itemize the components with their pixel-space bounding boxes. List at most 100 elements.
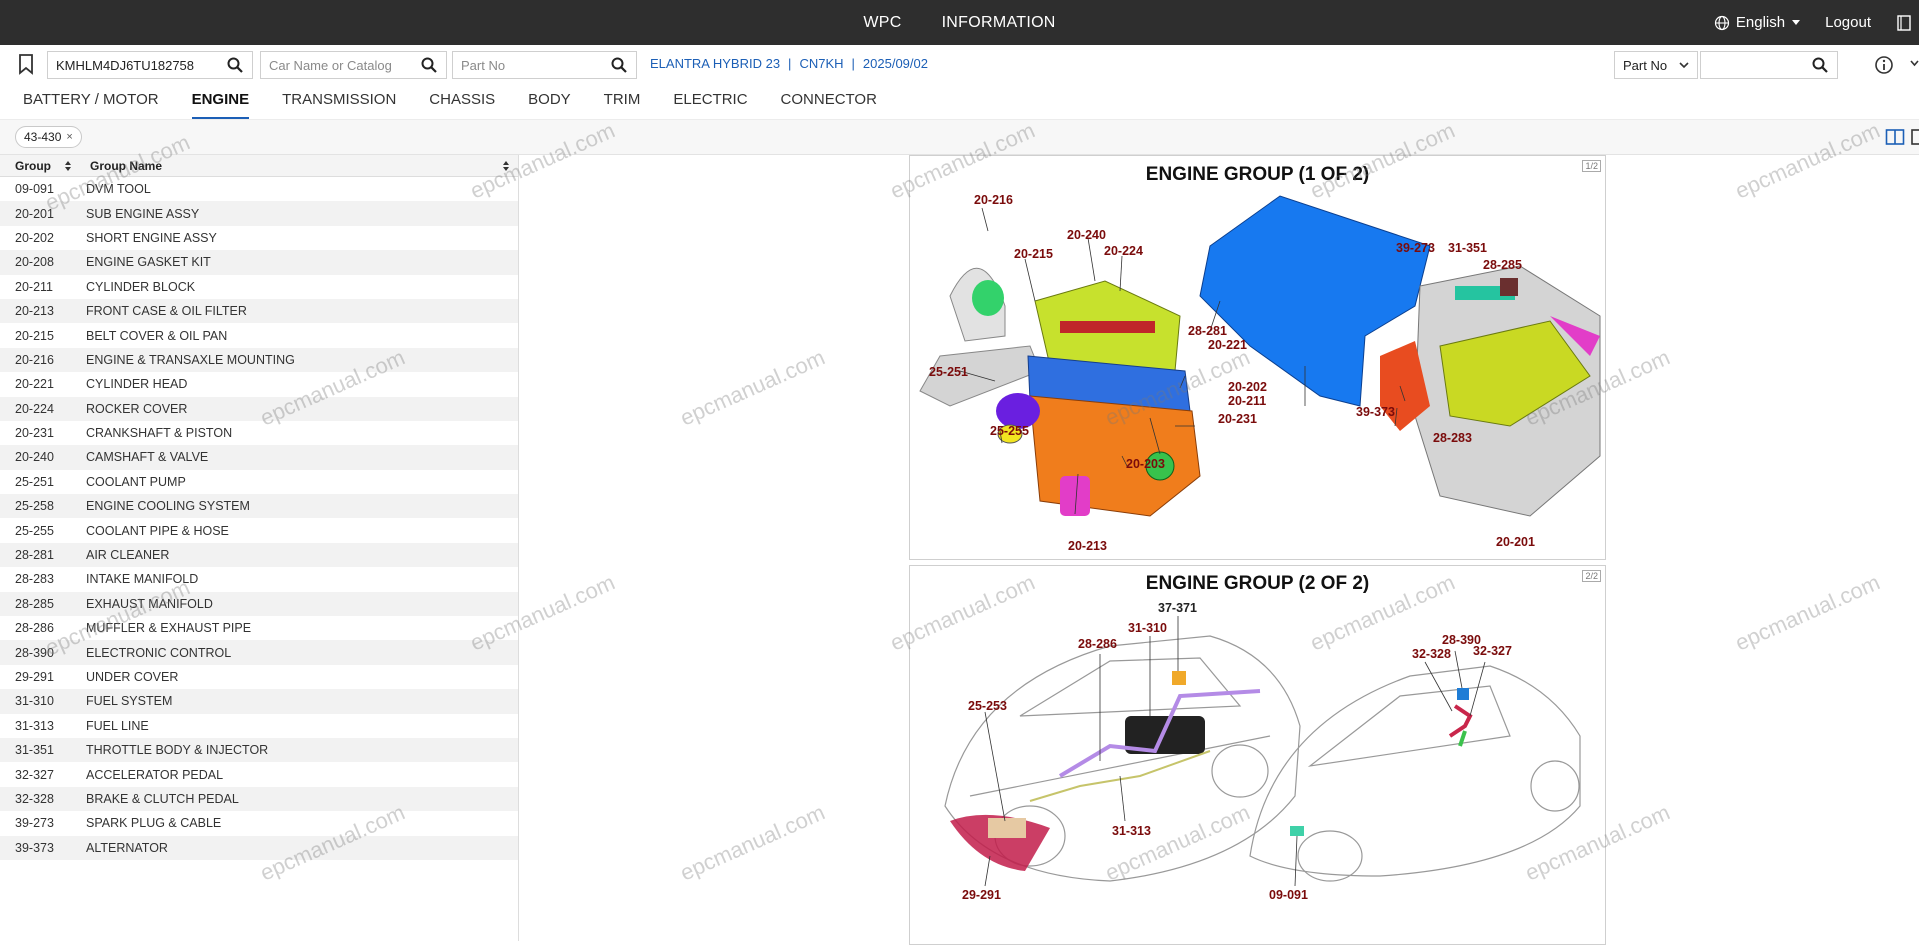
engine-group-figure-1[interactable]: ENGINE GROUP (1 OF 2) 1/2 20-216 20-240 …: [909, 155, 1606, 560]
table-row[interactable]: 31-313 FUEL LINE: [0, 714, 518, 738]
callout-31-351[interactable]: 31-351: [1448, 241, 1487, 255]
table-row[interactable]: 20-201 SUB ENGINE ASSY: [0, 201, 518, 226]
vehicle-date[interactable]: 2025/09/02: [863, 56, 928, 71]
tab-transmission[interactable]: TRANSMISSION: [282, 85, 396, 119]
callout-28-285[interactable]: 28-285: [1483, 258, 1522, 272]
callout-32-328[interactable]: 32-328: [1412, 647, 1451, 661]
callout-20-240[interactable]: 20-240: [1067, 228, 1106, 242]
table-row[interactable]: 20-213 FRONT CASE & OIL FILTER: [0, 298, 518, 324]
col-group-header[interactable]: Group: [15, 159, 51, 173]
nav-information[interactable]: INFORMATION: [942, 14, 1056, 32]
callout-31-310[interactable]: 31-310: [1128, 621, 1167, 635]
callout-31-313[interactable]: 31-313: [1112, 824, 1151, 838]
table-row[interactable]: 39-373 ALTERNATOR: [0, 835, 518, 860]
image-view-icon[interactable]: [1911, 128, 1919, 146]
table-row[interactable]: 28-390 ELECTRONIC CONTROL: [0, 640, 518, 665]
vin-input[interactable]: [56, 57, 226, 73]
table-row[interactable]: 20-216 ENGINE & TRANSAXLE MOUNTING: [0, 347, 518, 373]
callout-20-231[interactable]: 20-231: [1218, 412, 1257, 426]
filter-chip[interactable]: 43-430 ×: [15, 126, 82, 148]
table-row[interactable]: 20-208 ENGINE GASKET KIT: [0, 250, 518, 275]
table-header: Group Group Name: [0, 155, 518, 177]
search-icon[interactable]: [610, 56, 628, 74]
close-icon[interactable]: ×: [66, 131, 72, 143]
language-label: English: [1735, 14, 1786, 31]
callout-25-255[interactable]: 25-255: [990, 424, 1029, 438]
table-row[interactable]: 28-286 MUFFLER & EXHAUST PIPE: [0, 616, 518, 640]
chevron-down-icon[interactable]: [1910, 59, 1919, 68]
callout-25-253[interactable]: 25-253: [968, 699, 1007, 713]
callout-09-091[interactable]: 09-091: [1269, 888, 1308, 902]
table-row[interactable]: 20-211 CYLINDER BLOCK: [0, 275, 518, 299]
table-row[interactable]: 20-224 ROCKER COVER: [0, 396, 518, 421]
info-icon[interactable]: [1874, 55, 1894, 75]
sort-icon[interactable]: [64, 160, 72, 172]
search-icon[interactable]: [226, 56, 244, 74]
table-row[interactable]: 20-231 CRANKSHAFT & PISTON: [0, 421, 518, 445]
callout-20-211[interactable]: 20-211: [1228, 394, 1266, 408]
part-no-field[interactable]: [452, 51, 637, 79]
callout-20-215[interactable]: 20-215: [1014, 247, 1053, 261]
callout-25-251[interactable]: 25-251: [929, 365, 968, 379]
car-name-field[interactable]: [260, 51, 447, 79]
search-icon[interactable]: [1811, 56, 1829, 74]
search-icon[interactable]: [420, 56, 438, 74]
callout-28-286[interactable]: 28-286: [1078, 637, 1117, 651]
language-selector[interactable]: English: [1714, 14, 1801, 31]
nav-wpc[interactable]: WPC: [863, 14, 901, 32]
bookmark-icon[interactable]: [17, 53, 35, 75]
tab-electric[interactable]: ELECTRIC: [673, 85, 747, 119]
table-row[interactable]: 20-215 BELT COVER & OIL PAN: [0, 323, 518, 347]
tab-connector[interactable]: CONNECTOR: [781, 85, 877, 119]
callout-39-373[interactable]: 39-373: [1356, 405, 1395, 419]
table-row[interactable]: 20-240 CAMSHAFT & VALVE: [0, 445, 518, 470]
table-row[interactable]: 32-327 ACCELERATOR PEDAL: [0, 762, 518, 786]
col-group-name-header[interactable]: Group Name: [90, 159, 162, 173]
table-row[interactable]: 25-251 COOLANT PUMP: [0, 470, 518, 494]
tab-battery-motor[interactable]: BATTERY / MOTOR: [23, 85, 159, 119]
sort-icon[interactable]: [502, 160, 510, 172]
callout-28-283[interactable]: 28-283: [1433, 431, 1472, 445]
table-row[interactable]: 28-285 EXHAUST MANIFOLD: [0, 591, 518, 617]
tab-engine[interactable]: ENGINE: [191, 85, 250, 119]
callout-29-291[interactable]: 29-291: [962, 888, 1001, 902]
callout-20-202[interactable]: 20-202: [1228, 380, 1267, 394]
callout-20-216[interactable]: 20-216: [974, 193, 1013, 207]
vehicle-code[interactable]: CN7KH: [799, 56, 843, 71]
table-row[interactable]: 28-283 INTAKE MANIFOLD: [0, 567, 518, 591]
callout-28-281[interactable]: 28-281: [1188, 324, 1227, 338]
table-row[interactable]: 20-221 CYLINDER HEAD: [0, 372, 518, 396]
logout-link[interactable]: Logout: [1825, 14, 1871, 31]
table-row[interactable]: 39-273 SPARK PLUG & CABLE: [0, 811, 518, 835]
table-row[interactable]: 09-091 DVM TOOL: [0, 177, 518, 201]
table-row[interactable]: 31-310 FUEL SYSTEM: [0, 689, 518, 714]
table-row[interactable]: 31-351 THROTTLE BODY & INJECTOR: [0, 737, 518, 763]
callout-20-213[interactable]: 20-213: [1068, 539, 1107, 553]
callout-39-273[interactable]: 39-273: [1396, 241, 1435, 255]
table-row[interactable]: 25-258 ENGINE COOLING SYSTEM: [0, 494, 518, 519]
table-row[interactable]: 29-291 UNDER COVER: [0, 665, 518, 689]
car-name-input[interactable]: [269, 57, 420, 73]
book-icon[interactable]: [1895, 14, 1913, 32]
table-row[interactable]: 20-202 SHORT ENGINE ASSY: [0, 226, 518, 250]
engine-group-figure-2[interactable]: ENGINE GROUP (2 OF 2) 2/2 37-371 31-310 …: [909, 565, 1606, 945]
search-type-select[interactable]: Part No: [1614, 51, 1698, 79]
part-search-field[interactable]: [1700, 51, 1838, 79]
tab-chassis[interactable]: CHASSIS: [429, 85, 495, 119]
callout-20-203[interactable]: 20-203: [1126, 457, 1165, 471]
callout-32-327[interactable]: 32-327: [1473, 644, 1512, 658]
callout-20-201[interactable]: 20-201: [1496, 535, 1535, 549]
part-no-input[interactable]: [461, 57, 610, 73]
part-search-input[interactable]: [1709, 57, 1811, 73]
callout-37-371[interactable]: 37-371: [1158, 601, 1197, 615]
callout-20-224[interactable]: 20-224: [1104, 244, 1143, 258]
vin-field[interactable]: [47, 51, 253, 79]
table-row[interactable]: 32-328 BRAKE & CLUTCH PEDAL: [0, 786, 518, 812]
table-row[interactable]: 25-255 COOLANT PIPE & HOSE: [0, 518, 518, 542]
table-row[interactable]: 28-281 AIR CLEANER: [0, 542, 518, 568]
callout-20-221[interactable]: 20-221: [1208, 338, 1247, 352]
vehicle-model[interactable]: ELANTRA HYBRID 23: [650, 56, 780, 71]
tab-trim[interactable]: TRIM: [604, 85, 641, 119]
split-view-icon[interactable]: [1885, 128, 1905, 146]
tab-body[interactable]: BODY: [528, 85, 571, 119]
